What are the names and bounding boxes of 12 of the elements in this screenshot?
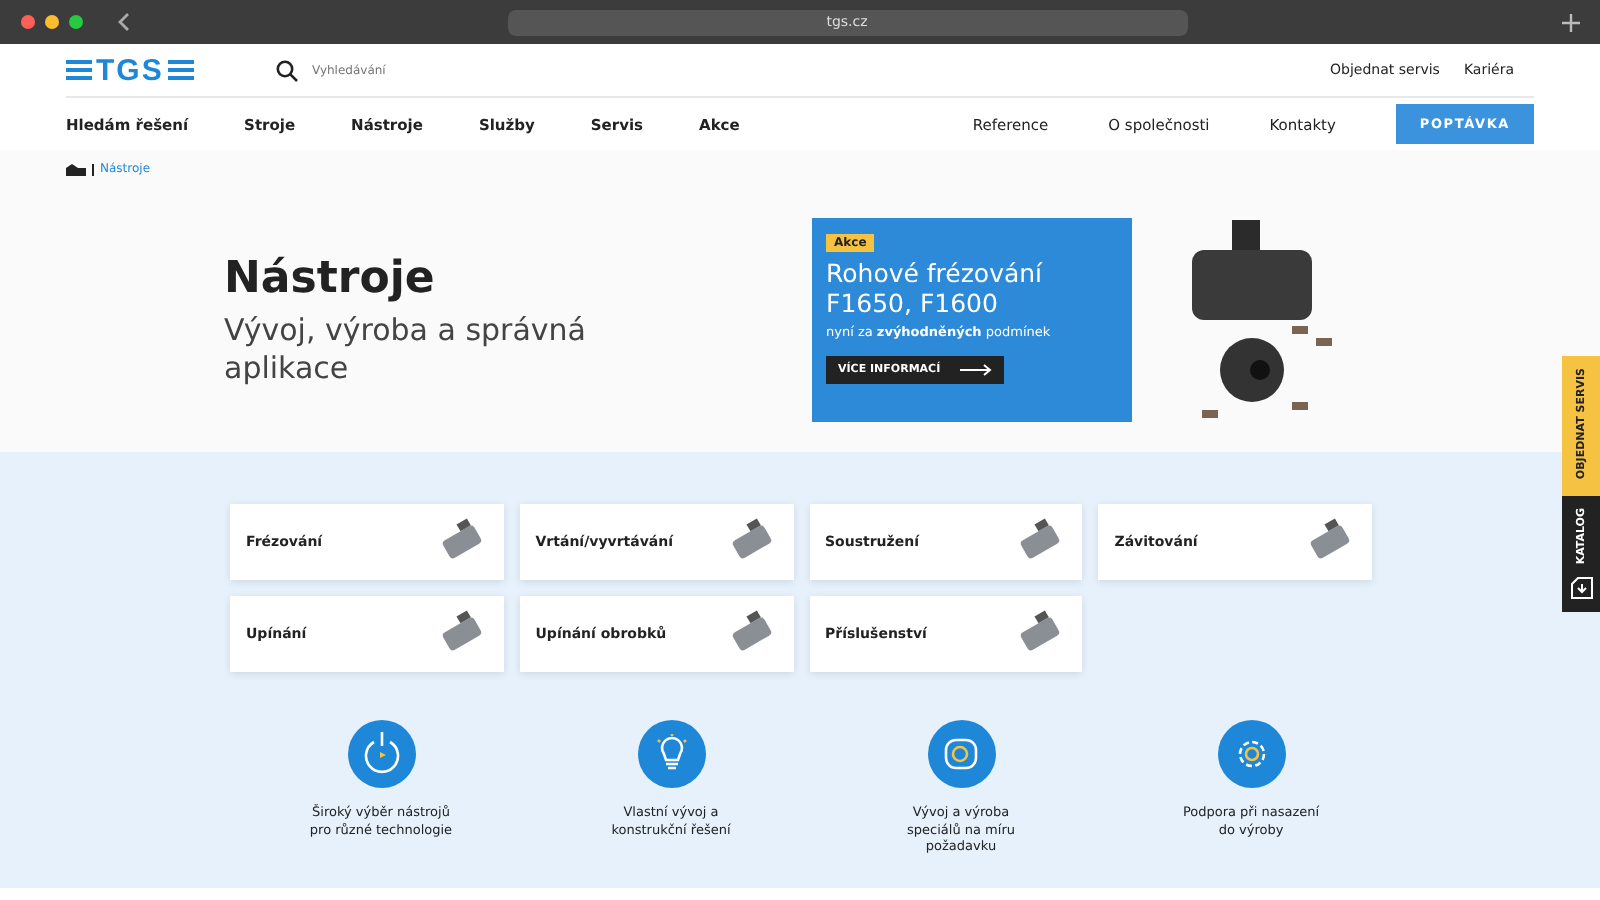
promo-title: Rohové frézování F1650, F1600 xyxy=(826,258,1045,318)
logo[interactable]: TGS xyxy=(66,55,286,85)
light-bulb-icon xyxy=(637,720,705,788)
page-subtitle: Vývoj, výroba a správná aplikace xyxy=(224,311,588,387)
search-icon[interactable] xyxy=(276,59,298,81)
download-icon xyxy=(1569,576,1593,600)
gear-icon xyxy=(1217,720,1285,788)
new-tab-icon[interactable] xyxy=(1562,13,1580,31)
arrow-icon xyxy=(960,364,993,376)
page-title: Nástroje xyxy=(224,253,437,303)
window-controls-icon[interactable] xyxy=(20,14,88,30)
back-icon[interactable] xyxy=(116,12,132,32)
